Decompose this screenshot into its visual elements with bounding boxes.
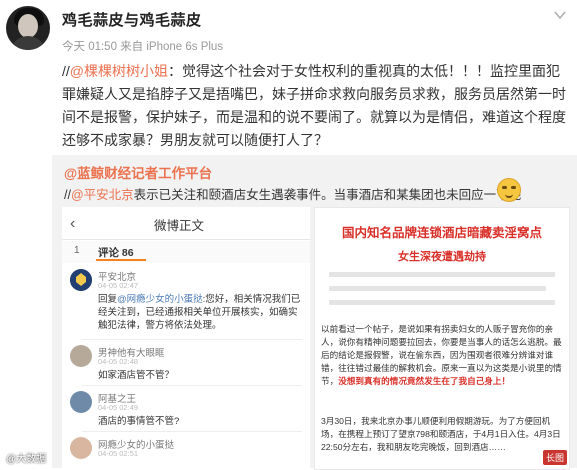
comment-avatar <box>70 345 92 367</box>
blurred-text-lines <box>329 272 555 314</box>
back-icon: ‹ <box>70 215 76 232</box>
repost-image-article[interactable]: 国内知名品牌连锁酒店暗藏卖淫窝点 女生深夜遭遇劫持 以前看过一个帖子，是说如果有… <box>314 207 570 470</box>
article-paragraph: 以前看过一个帖子，是说如果有拐卖妇女的人贩子冒充你的亲人，说你有精神问题要拉回去… <box>321 323 565 388</box>
comment-divider <box>82 339 302 340</box>
repost-text: //@平安北京表示已关注和颐酒店女生遇袭事件。当事酒店和某集团也未回应一下吧 <box>64 184 521 203</box>
s1-comment-tab: 评论 86 <box>98 247 134 259</box>
watermark: @大数据 <box>6 454 47 465</box>
comment-time: 04-05 02:47 <box>98 281 139 290</box>
username[interactable]: 鸡毛蒜皮与鸡毛蒜皮 <box>62 9 202 30</box>
comment-time: 04-05 02:51 <box>98 449 139 458</box>
comment-text: 酒店的事情管不管? <box>98 416 180 427</box>
repost-author[interactable]: @蓝鲸财经记者工作平台 <box>64 162 212 182</box>
comment-mention: @网瘾少女的小蛋挞 <box>117 294 203 305</box>
comment-time: 04-05 02:49 <box>98 403 139 412</box>
repost-mention[interactable]: @平安北京 <box>71 188 134 202</box>
comment-text-prefix: 回复 <box>98 294 118 305</box>
comment-avatar <box>70 391 92 413</box>
article-highlight: 没想到真有的情况竟然发生在了我自己身上！ <box>338 376 511 386</box>
post-meta: 今天 01:50 来自 iPhone 6s Plus <box>62 41 224 53</box>
s1-repost-count: 1 <box>74 245 80 256</box>
comment-divider <box>82 385 302 386</box>
post-prefix: // <box>62 63 70 79</box>
s1-title: 微博正文 <box>154 219 205 233</box>
article-subhead: 女生深夜遭遇劫持 <box>398 251 486 263</box>
repost-image-comments[interactable]: ‹ 微博正文 1 评论 86 平安北京 04-05 02:47 回复@网瘾少女的… <box>62 207 310 468</box>
comment-divider <box>82 431 302 432</box>
comment-text: 如家酒店管不管？ <box>98 370 175 381</box>
comment-text: 回复@网瘾少女的小蛋挞:您好，相关情况我们已经关注到，已经通报相关单位开展核实，… <box>98 293 303 332</box>
post-mention[interactable]: @棵棵树树小姐 <box>70 63 168 79</box>
police-avatar <box>70 269 92 291</box>
comment-time: 04-05 02:48 <box>98 357 139 366</box>
chevron-down-icon[interactable] <box>553 8 567 22</box>
article-paragraph-2: 3月30日，我来北京办事儿顺便利用假期游玩。为了方便回机场，在携程上预订了望京7… <box>321 416 561 452</box>
post-text: //@棵棵树树小姐：觉得这个社会对于女性权利的重视真的太低！！！监控里面犯罪嫌疑… <box>62 60 568 152</box>
comment-avatar <box>70 437 92 459</box>
emoji-icon <box>497 178 521 202</box>
user-avatar[interactable] <box>6 6 50 50</box>
long-image-badge: 长图 <box>542 450 567 465</box>
s1-tab-underline <box>96 259 146 261</box>
repost-content: 表示已关注和颐酒店女生遇袭事件。当事酒店和某集团也未回应一下吧 <box>133 188 522 202</box>
article-headline: 国内知名品牌连锁酒店暗藏卖淫窝点 <box>341 226 542 240</box>
repost-prefix: // <box>64 188 71 202</box>
